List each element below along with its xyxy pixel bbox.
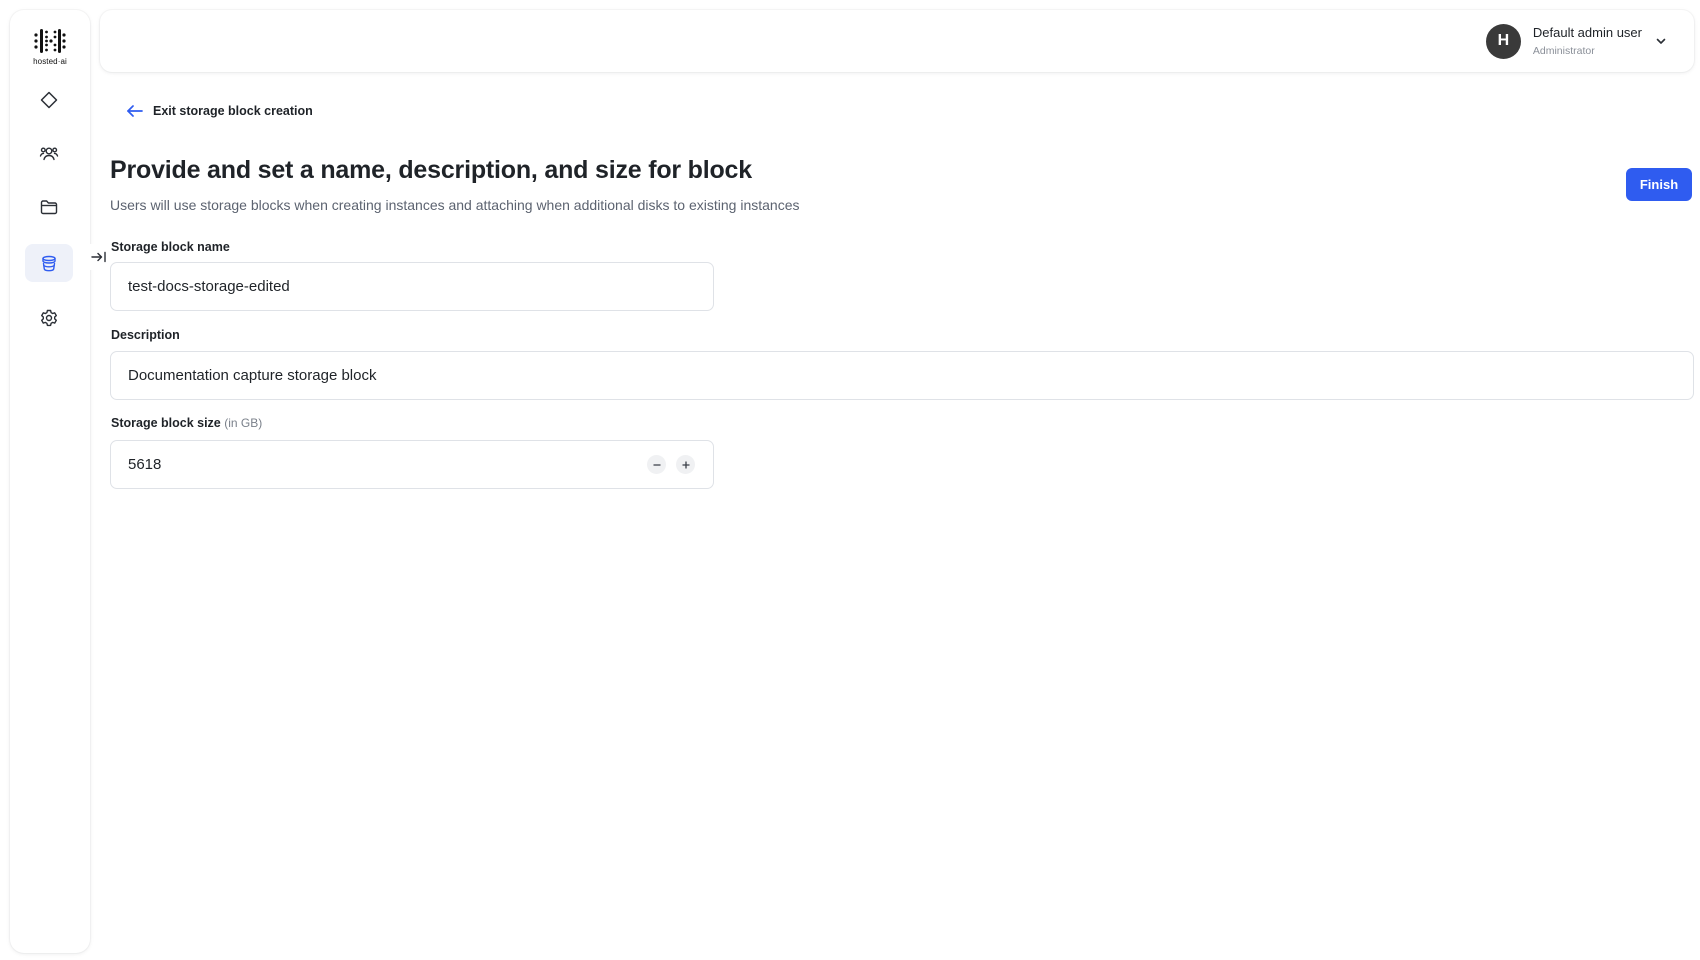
arrow-left-icon — [127, 105, 143, 117]
page-subtitle: Users will use storage blocks when creat… — [110, 197, 800, 213]
user-info: Default admin user Administrator — [1533, 25, 1642, 57]
storage-icon — [42, 255, 56, 272]
collapse-arrow-icon — [91, 251, 106, 263]
description-input[interactable] — [111, 352, 1693, 399]
sidebar-item-dashboard[interactable] — [25, 81, 73, 119]
sidebar-item-users[interactable] — [25, 134, 73, 172]
description-field-wrapper — [110, 351, 1694, 400]
sidebar-item-folders[interactable] — [25, 188, 73, 226]
chevron-down-icon — [1656, 38, 1666, 44]
users-icon — [39, 147, 59, 161]
user-role: Administrator — [1532, 45, 1595, 57]
sidebar-collapse-toggle[interactable] — [88, 244, 110, 270]
top-header: H Default admin user Administrator — [100, 10, 1694, 72]
page-title: Provide and set a name, description, and… — [110, 156, 752, 184]
logo-text: hosted·ai — [33, 57, 67, 66]
storage-block-name-label: Storage block name — [111, 240, 230, 254]
increment-button[interactable] — [676, 455, 695, 474]
sidebar-item-settings[interactable] — [25, 299, 73, 337]
storage-block-size-field-wrapper — [110, 440, 714, 489]
storage-block-size-input[interactable] — [111, 441, 713, 488]
sidebar-item-storage[interactable] — [25, 244, 73, 282]
storage-block-name-input[interactable] — [111, 263, 713, 310]
user-name: Default admin user — [1532, 25, 1642, 40]
storage-block-size-label-text: Storage block size — [111, 416, 221, 430]
plus-icon — [681, 460, 690, 469]
gear-icon — [41, 309, 57, 327]
logo[interactable]: hosted·ai — [10, 26, 90, 78]
exit-storage-block-creation-link[interactable]: Exit storage block creation — [126, 104, 313, 118]
decrement-button[interactable] — [647, 455, 666, 474]
diamond-icon — [40, 91, 58, 109]
user-menu[interactable]: H Default admin user Administrator — [1485, 22, 1668, 60]
storage-block-size-hint: (in GB) — [224, 416, 263, 430]
description-label: Description — [111, 328, 180, 342]
back-link-label: Exit storage block creation — [153, 104, 313, 118]
avatar: H — [1485, 23, 1521, 59]
folder-icon — [40, 200, 58, 215]
storage-block-size-label: Storage block size (in GB) — [111, 416, 262, 430]
finish-button[interactable]: Finish — [1626, 168, 1692, 201]
sidebar: hosted·ai — [10, 10, 90, 953]
storage-block-name-field-wrapper — [110, 262, 714, 311]
minus-icon — [652, 463, 661, 466]
hosted-ai-logo-icon — [34, 29, 66, 53]
quantity-stepper — [647, 455, 695, 474]
